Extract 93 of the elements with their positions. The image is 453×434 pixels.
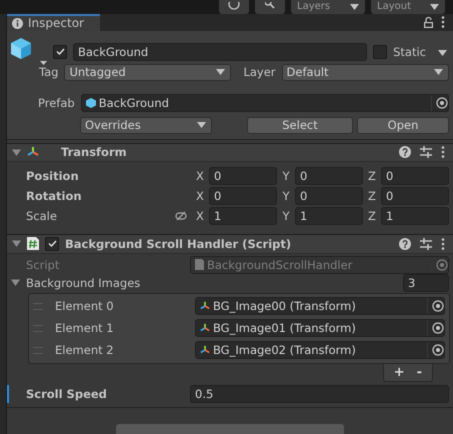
add-button[interactable]: +	[390, 364, 409, 380]
script-label: Script	[26, 258, 60, 272]
axis-label: X	[195, 209, 205, 224]
transform-icon	[200, 323, 210, 334]
overrides-dropdown[interactable]: Overrides	[80, 116, 212, 134]
tag-dropdown[interactable]: Untagged	[64, 64, 232, 81]
field-row[interactable]: Scroll Speed 0.5	[7, 384, 453, 403]
target-icon[interactable]	[436, 96, 448, 109]
cube-icon[interactable]	[11, 36, 47, 67]
target-icon[interactable]	[432, 344, 444, 356]
caret-icon	[430, 4, 439, 10]
property-label: Rotation	[26, 189, 82, 204]
check-icon	[56, 48, 64, 56]
object-field[interactable]: BG_Image02 (Transform)	[195, 341, 445, 360]
static-label: Static	[393, 44, 426, 59]
foldout-icon[interactable]	[12, 239, 21, 248]
static-checkbox[interactable]	[373, 44, 388, 59]
axis-label: Y	[281, 189, 291, 204]
script-field: BackgroundScrollHandler	[190, 256, 449, 274]
info-icon	[12, 18, 23, 29]
element-label: Element 2	[55, 343, 115, 358]
element-label: Element 0	[55, 299, 115, 314]
drag-handle[interactable]	[33, 346, 43, 354]
transform-icon	[200, 301, 210, 312]
drag-handle[interactable]	[33, 302, 43, 310]
history-button[interactable]	[219, 0, 249, 14]
size-field[interactable]: 3	[403, 274, 449, 292]
presets-icon[interactable]	[420, 238, 432, 250]
list-label: Background Images	[26, 276, 140, 290]
component-title: Background Scroll Handler (Script)	[65, 236, 292, 251]
caret-icon	[197, 122, 206, 128]
layer-label: Layer	[243, 65, 276, 80]
number-field[interactable]: 0	[381, 187, 449, 206]
search-button[interactable]	[255, 0, 285, 14]
open-button[interactable]: Open	[357, 116, 449, 134]
more-icon[interactable]	[441, 146, 445, 158]
number-field[interactable]: 0.5	[190, 384, 449, 403]
prefab-field[interactable]: BackGround	[80, 94, 449, 112]
transform-icon	[200, 345, 210, 356]
help-icon[interactable]	[399, 146, 411, 158]
layer-dropdown[interactable]: Default	[282, 64, 449, 81]
number-field[interactable]: 0	[209, 167, 277, 186]
drag-handle[interactable]	[33, 324, 43, 332]
select-button[interactable]: Select	[247, 116, 353, 134]
caret-icon	[350, 4, 359, 10]
prefab-label: Prefab	[38, 96, 75, 110]
caret-icon	[434, 69, 443, 76]
caret-icon	[216, 69, 226, 76]
number-field[interactable]: 0	[295, 187, 363, 206]
foldout-icon[interactable]	[12, 148, 21, 157]
property-label: Position	[26, 169, 79, 184]
active-checkbox[interactable]	[53, 44, 67, 59]
property-label: Scale	[26, 209, 57, 224]
help-icon[interactable]	[399, 238, 411, 250]
script-icon	[27, 237, 39, 250]
field-label: Scroll Speed	[26, 386, 108, 401]
target-icon[interactable]	[432, 322, 444, 334]
static-dropdown-icon	[438, 50, 447, 56]
layers-dropdown[interactable]: Layers	[291, 0, 365, 14]
number-field[interactable]: 0	[295, 167, 363, 186]
axis-label: X	[195, 169, 205, 184]
more-icon[interactable]	[441, 238, 445, 250]
transform-icon	[27, 146, 39, 158]
more-icon[interactable]	[441, 16, 445, 28]
number-field[interactable]: 1	[381, 207, 449, 226]
axis-label: Z	[367, 169, 377, 184]
name-field[interactable]: BackGround	[73, 42, 368, 61]
inspector-tab[interactable]: Inspector	[7, 14, 100, 31]
axis-label: Z	[367, 209, 377, 224]
component-title: Transform	[60, 145, 128, 160]
check-icon	[48, 240, 56, 248]
cube-icon	[86, 98, 96, 108]
axis-label: Z	[367, 189, 377, 204]
remove-button[interactable]: -	[412, 364, 426, 380]
number-field[interactable]: 0	[381, 167, 449, 186]
number-field[interactable]: 0	[209, 187, 277, 206]
element-label: Element 1	[55, 321, 115, 336]
tag-label: Tag	[39, 65, 58, 80]
unlinked-icon[interactable]	[175, 211, 187, 222]
axis-label: Y	[281, 209, 291, 224]
axis-label: X	[195, 189, 205, 204]
number-field[interactable]: 1	[209, 207, 277, 226]
lock-icon[interactable]	[424, 16, 433, 28]
enabled-checkbox[interactable]	[45, 236, 59, 251]
number-field[interactable]: 1	[295, 207, 363, 226]
target-icon[interactable]	[432, 300, 444, 312]
presets-icon[interactable]	[420, 146, 432, 158]
object-field[interactable]: BG_Image00 (Transform)	[195, 297, 445, 316]
axis-label: Y	[281, 169, 291, 184]
layout-dropdown[interactable]: Layout	[371, 0, 445, 14]
foldout-icon[interactable]	[11, 278, 20, 288]
object-field[interactable]: BG_Image01 (Transform)	[195, 319, 445, 338]
file-icon	[195, 259, 204, 270]
